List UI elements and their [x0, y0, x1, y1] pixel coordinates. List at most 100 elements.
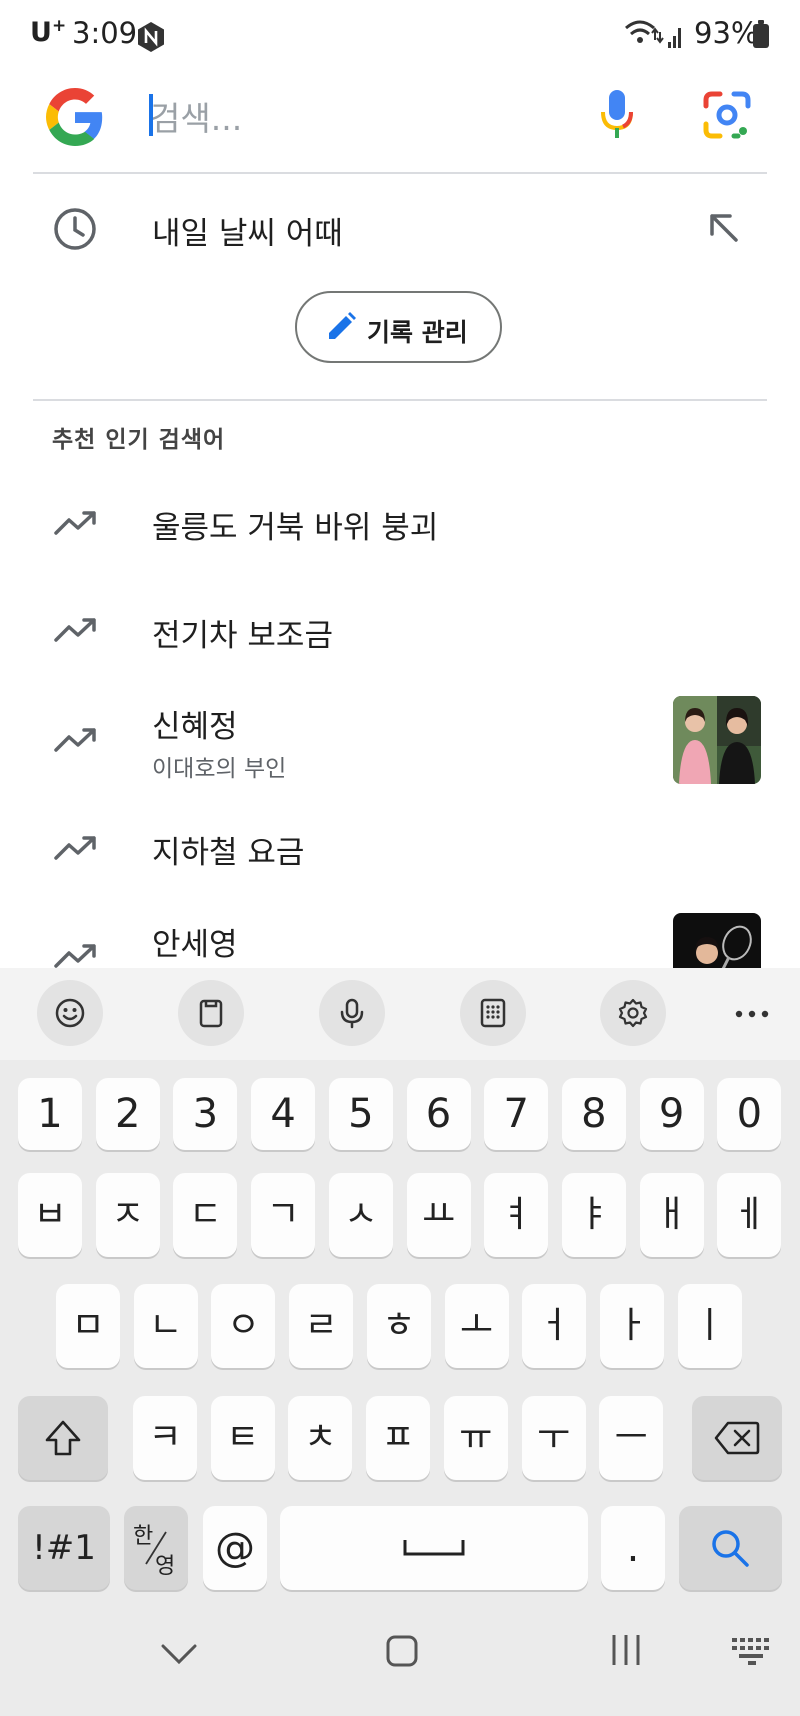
number-key[interactable]: 4 — [251, 1078, 316, 1150]
number-key-label: 3 — [192, 1091, 219, 1137]
at-key[interactable]: @ — [203, 1506, 267, 1590]
letter-key[interactable]: ㅓ — [522, 1284, 587, 1368]
backspace-key[interactable] — [692, 1396, 782, 1480]
carrier-label: U+ — [30, 16, 67, 48]
number-key[interactable]: 8 — [561, 1078, 626, 1150]
battery-icon — [753, 20, 769, 48]
letter-key[interactable]: ㅣ — [677, 1284, 742, 1368]
number-key[interactable]: 3 — [173, 1078, 238, 1150]
more-options-icon[interactable] — [730, 992, 774, 1036]
trending-arrow-icon — [54, 944, 96, 968]
number-key[interactable]: 6 — [406, 1078, 471, 1150]
letter-key[interactable]: ㅅ — [328, 1173, 393, 1257]
manage-history-button[interactable]: 기록 관리 — [295, 291, 502, 363]
number-key[interactable]: 0 — [717, 1078, 782, 1150]
keypad-mode-button[interactable] — [460, 980, 526, 1046]
number-key[interactable]: 9 — [639, 1078, 704, 1150]
letter-key[interactable]: ㅛ — [406, 1173, 471, 1257]
search-key[interactable] — [679, 1506, 782, 1590]
number-key[interactable]: 1 — [18, 1078, 82, 1150]
hide-keyboard-chevron-icon[interactable] — [160, 1642, 198, 1666]
emoji-button[interactable] — [37, 980, 103, 1046]
letter-key-label: ㅌ — [226, 1417, 260, 1458]
letter-key-label: ㅇ — [226, 1305, 260, 1346]
search-input[interactable] — [148, 92, 572, 144]
space-key[interactable] — [280, 1506, 588, 1590]
letter-key[interactable]: ㅜ — [521, 1396, 586, 1480]
letter-key[interactable]: ㅌ — [210, 1396, 275, 1480]
number-key[interactable]: 5 — [328, 1078, 393, 1150]
google-lens-icon[interactable] — [702, 90, 752, 140]
keyboard-switch-icon[interactable] — [730, 1636, 774, 1666]
number-key-label: 6 — [425, 1091, 452, 1137]
letter-key[interactable]: ㅁ — [56, 1284, 120, 1368]
trending-item-text: 울릉도 거북 바위 붕괴 — [152, 510, 439, 546]
at-key-label: @ — [215, 1525, 255, 1571]
letter-key[interactable]: ㄱ — [251, 1173, 316, 1257]
number-key-label: 5 — [348, 1091, 374, 1137]
fill-query-arrow-icon[interactable] — [706, 210, 742, 246]
history-clock-icon — [54, 208, 96, 250]
letter-key[interactable]: ㅎ — [366, 1284, 431, 1368]
voice-search-icon[interactable] — [598, 88, 636, 140]
letter-key-label: ㅂ — [33, 1194, 67, 1235]
letter-key[interactable]: ㄷ — [173, 1173, 238, 1257]
symbols-key[interactable]: !#1 — [18, 1506, 110, 1590]
voice-input-button[interactable] — [319, 980, 385, 1046]
letter-key[interactable]: ㅊ — [288, 1396, 353, 1480]
letter-key[interactable]: ㅂ — [18, 1173, 82, 1257]
keyboard-settings-button[interactable] — [600, 980, 666, 1046]
letter-key[interactable]: ㅇ — [211, 1284, 276, 1368]
home-icon[interactable] — [385, 1634, 419, 1668]
letter-key[interactable]: ㅋ — [133, 1396, 197, 1480]
number-key-label: 4 — [270, 1091, 296, 1137]
letter-key[interactable]: ㅡ — [599, 1396, 664, 1480]
letter-key[interactable]: ㅠ — [443, 1396, 508, 1480]
language-switch-key[interactable]: 한 영 — [124, 1506, 188, 1590]
letter-key-label: ㄹ — [304, 1305, 338, 1346]
number-key[interactable]: 7 — [484, 1078, 549, 1150]
clipboard-button[interactable] — [178, 980, 244, 1046]
trending-arrow-icon — [54, 728, 96, 752]
letter-key-label: ㅋ — [148, 1417, 182, 1458]
letter-key[interactable]: ㅑ — [561, 1173, 626, 1257]
clipboard-icon — [199, 999, 223, 1028]
letter-key-label: ㅣ — [693, 1305, 727, 1346]
gear-icon — [618, 998, 648, 1028]
letter-key-label: ㅁ — [71, 1305, 105, 1346]
number-key-label: 2 — [114, 1091, 141, 1137]
recent-apps-icon[interactable] — [608, 1632, 644, 1668]
battery-percent: 93% — [694, 16, 759, 50]
letter-key[interactable]: ㅕ — [484, 1173, 549, 1257]
letter-key-label: ㅍ — [381, 1417, 415, 1458]
letter-key-label: ㅔ — [732, 1194, 766, 1235]
letter-key[interactable]: ㅔ — [717, 1173, 782, 1257]
backspace-icon — [714, 1421, 760, 1455]
text-cursor — [149, 94, 153, 136]
navigation-bar — [0, 1596, 800, 1716]
letter-key[interactable]: ㅗ — [444, 1284, 509, 1368]
letter-key-label: ㅏ — [615, 1305, 649, 1346]
period-key-label: . — [626, 1525, 640, 1571]
trending-arrow-icon — [54, 618, 96, 642]
trending-item-subtitle: 이대호의 부인 — [152, 756, 287, 782]
trending-arrow-icon — [54, 511, 96, 535]
letter-key[interactable]: ㄹ — [289, 1284, 354, 1368]
number-key[interactable]: 2 — [95, 1078, 160, 1150]
letter-key[interactable]: ㅈ — [95, 1173, 160, 1257]
space-bar-icon — [403, 1540, 465, 1556]
letter-key[interactable]: ㄴ — [133, 1284, 198, 1368]
trending-arrow-icon — [54, 836, 96, 860]
status-time: 3:09 — [72, 16, 138, 50]
letter-key[interactable]: ㅐ — [639, 1173, 704, 1257]
trending-section-title: 추천 인기 검색어 — [52, 427, 226, 453]
trending-item-text: 지하철 요금 — [152, 835, 305, 871]
letter-key[interactable]: ㅏ — [599, 1284, 664, 1368]
period-key[interactable]: . — [601, 1506, 665, 1590]
letter-key[interactable]: ㅍ — [366, 1396, 431, 1480]
shift-key[interactable] — [18, 1396, 108, 1480]
search-icon — [712, 1530, 749, 1567]
slash-divider — [145, 1531, 167, 1565]
letter-key-label: ㄴ — [149, 1305, 183, 1346]
manage-history-label: 기록 관리 — [367, 318, 468, 347]
